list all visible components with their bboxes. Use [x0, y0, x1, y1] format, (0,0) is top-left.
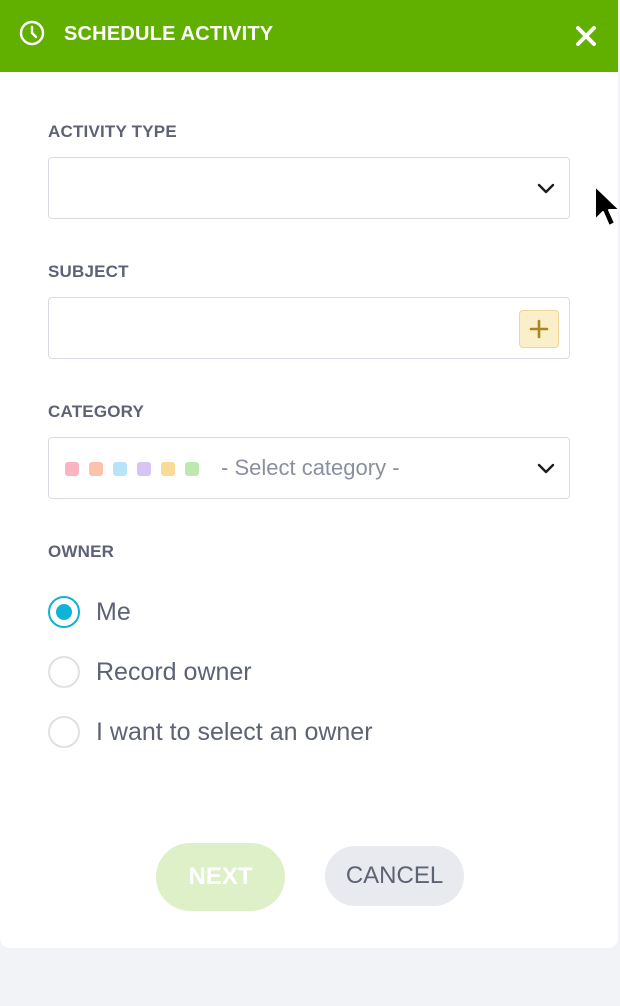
add-subject-button[interactable] [519, 310, 559, 348]
owner-option-label: Me [96, 597, 131, 626]
dialog-title: SCHEDULE ACTIVITY [64, 23, 274, 45]
activity-type-select[interactable] [48, 157, 570, 219]
close-icon[interactable] [574, 24, 598, 48]
owner-option-label: I want to select an owner [96, 717, 373, 746]
category-color-swatch [89, 462, 103, 476]
activity-type-label: ACTIVITY TYPE [48, 122, 177, 141]
chevron-down-icon [537, 183, 555, 194]
category-label: CATEGORY [48, 402, 145, 421]
schedule-activity-dialog: SCHEDULE ACTIVITY ACTIVITY TYPE SUBJECT … [0, 0, 618, 948]
mouse-cursor-icon [594, 185, 620, 227]
radio-button-me[interactable] [48, 596, 80, 628]
category-select[interactable]: - Select category - [48, 437, 570, 499]
dialog-header: SCHEDULE ACTIVITY [0, 0, 618, 72]
category-color-swatch [185, 462, 199, 476]
category-color-swatches [65, 462, 199, 476]
owner-option-me[interactable]: Me [48, 595, 131, 629]
category-color-swatch [65, 462, 79, 476]
category-color-swatch [161, 462, 175, 476]
subject-label: SUBJECT [48, 262, 129, 281]
cancel-button[interactable]: CANCEL [325, 846, 464, 906]
category-color-swatch [113, 462, 127, 476]
category-placeholder: - Select category - [221, 455, 400, 480]
radio-button-record-owner[interactable] [48, 656, 80, 688]
radio-button-select-owner[interactable] [48, 716, 80, 748]
subject-input[interactable] [48, 297, 570, 359]
owner-label: OWNER [48, 542, 115, 561]
owner-option-label: Record owner [96, 657, 252, 686]
owner-option-select-owner[interactable]: I want to select an owner [48, 715, 373, 749]
category-color-swatch [137, 462, 151, 476]
owner-option-record-owner[interactable]: Record owner [48, 655, 252, 689]
clock-icon [19, 20, 45, 46]
next-button[interactable]: NEXT [156, 843, 285, 911]
plus-icon [529, 319, 549, 339]
chevron-down-icon [537, 463, 555, 474]
